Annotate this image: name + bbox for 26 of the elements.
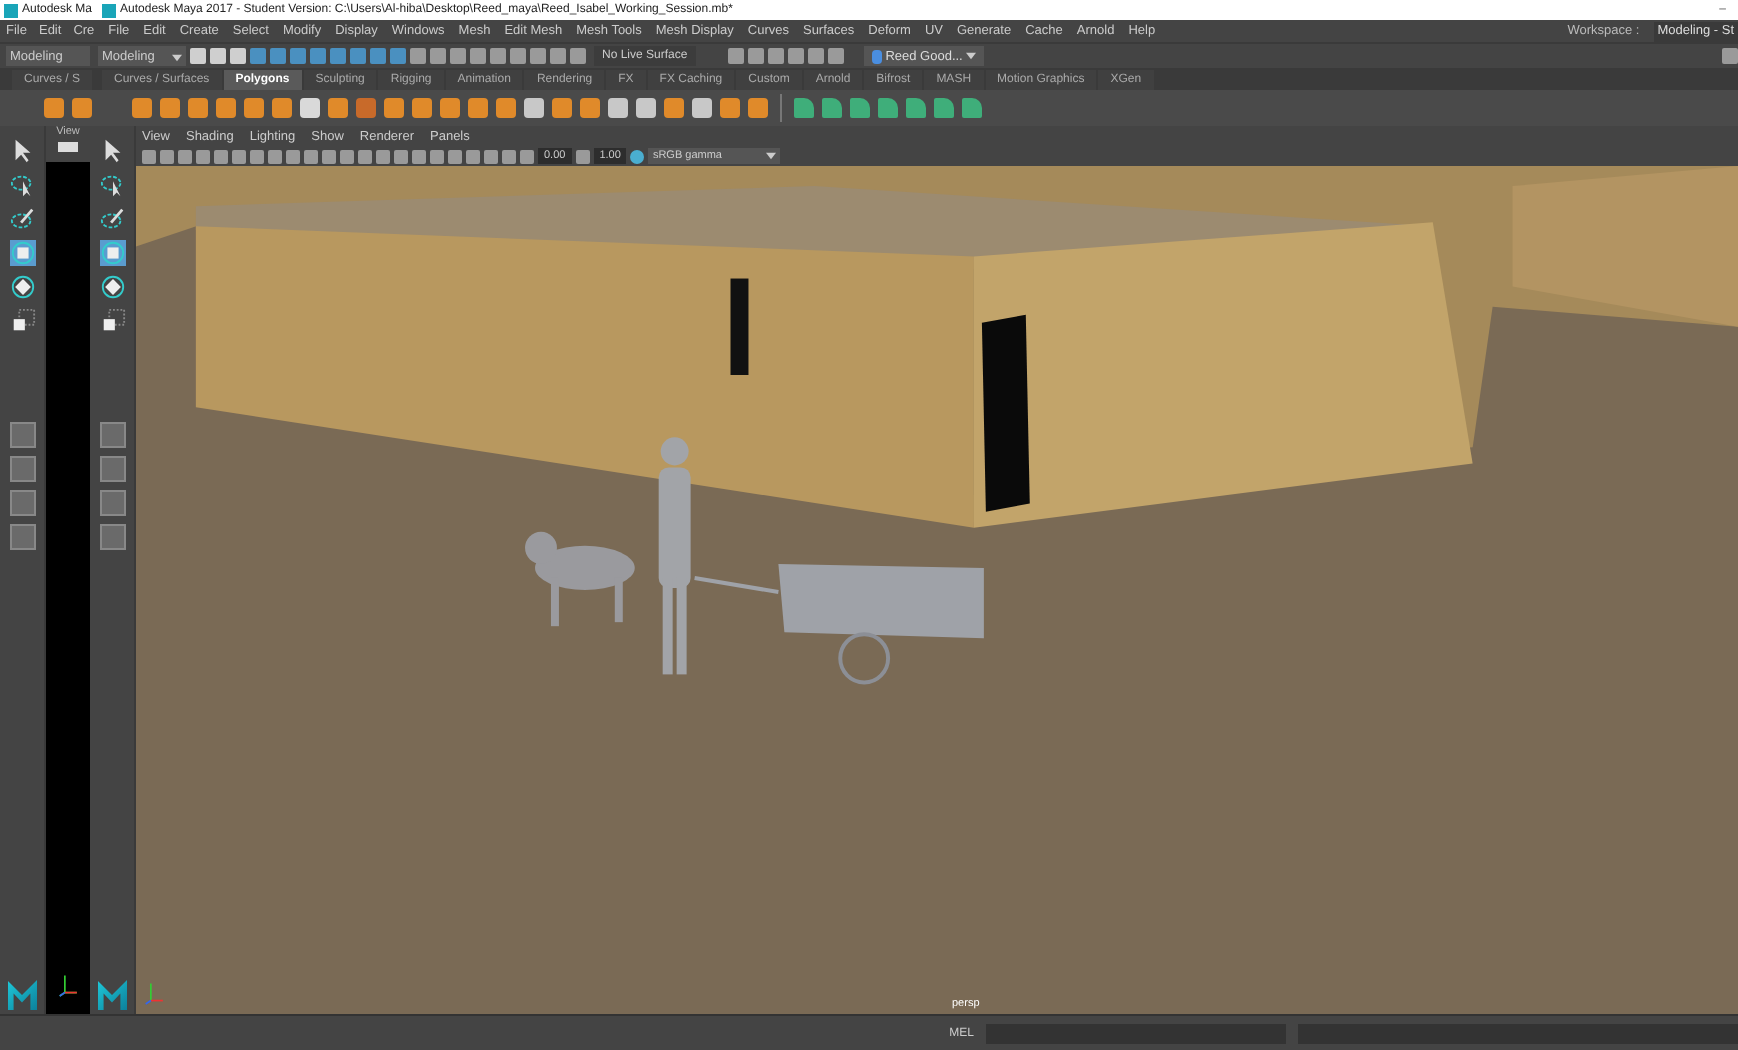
paint-tool-icon[interactable] bbox=[99, 206, 125, 232]
rotate-tool-icon[interactable] bbox=[99, 274, 125, 300]
lasso-tool-icon[interactable] bbox=[99, 172, 125, 198]
layout-icon[interactable] bbox=[99, 456, 125, 482]
color-management-icon[interactable] bbox=[630, 149, 645, 163]
lasso-tool-icon[interactable] bbox=[9, 172, 35, 198]
layout-icon[interactable] bbox=[99, 490, 125, 516]
layout-icon[interactable] bbox=[9, 456, 35, 482]
axis-icon bbox=[58, 970, 82, 998]
axis-icon bbox=[144, 978, 168, 1006]
dog-figure-drawing bbox=[525, 531, 635, 627]
layout-icon[interactable] bbox=[99, 422, 125, 448]
caret-icon bbox=[766, 152, 777, 160]
caret-icon bbox=[966, 52, 977, 60]
rotate-tool-icon[interactable] bbox=[9, 274, 35, 300]
layout-icon[interactable] bbox=[9, 422, 35, 448]
scale-tool-icon[interactable] bbox=[99, 308, 125, 334]
layout-icon[interactable] bbox=[99, 524, 125, 550]
paint-tool-icon[interactable] bbox=[9, 206, 35, 232]
user-icon bbox=[871, 49, 882, 63]
move-tool-icon[interactable] bbox=[9, 240, 35, 266]
move-tool-icon[interactable] bbox=[99, 240, 125, 266]
caret-icon bbox=[172, 53, 182, 61]
layout-icon[interactable] bbox=[9, 490, 35, 516]
scale-tool-icon[interactable] bbox=[9, 308, 35, 334]
layout-icon[interactable] bbox=[9, 524, 35, 550]
